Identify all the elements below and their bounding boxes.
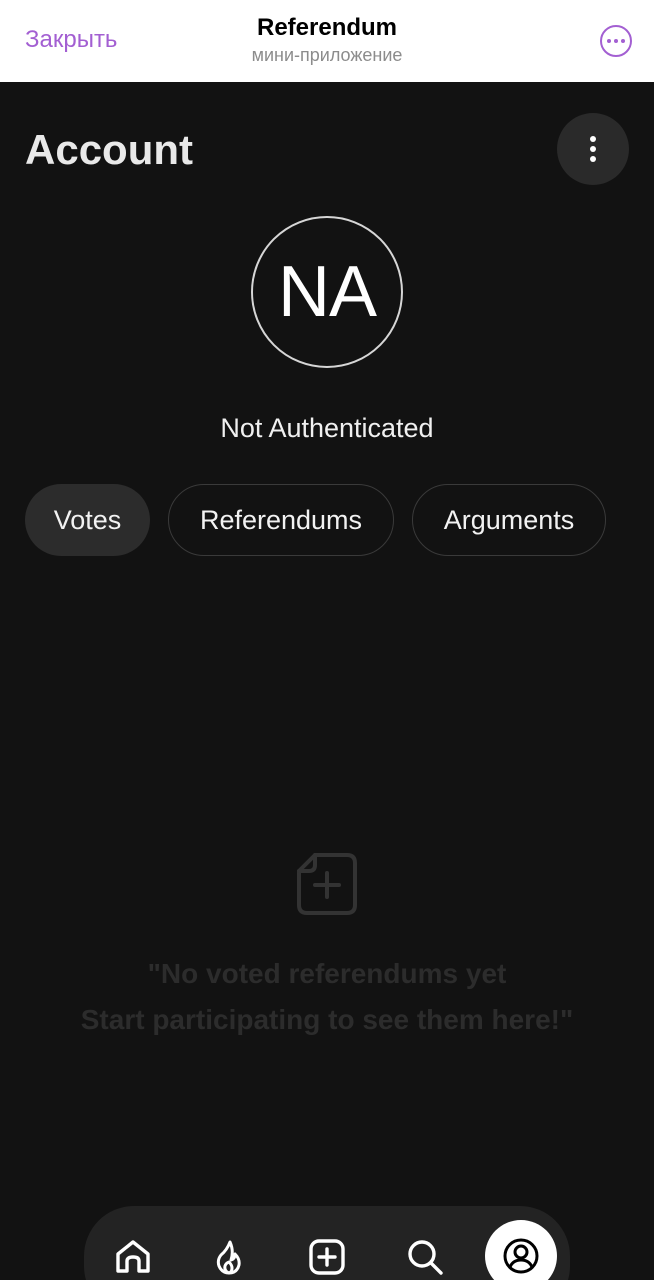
tab-referendums[interactable]: Referendums [168, 484, 394, 556]
flame-icon [216, 1240, 241, 1275]
nav-home[interactable] [100, 1224, 166, 1280]
nav-account[interactable] [485, 1220, 557, 1280]
account-icon [503, 1238, 539, 1274]
avatar: NA [251, 216, 403, 368]
search-icon [408, 1240, 443, 1275]
app-frame: Закрыть Referendum мини-приложение Accou… [0, 0, 654, 1280]
tab-votes[interactable]: Votes [25, 484, 150, 556]
auth-status: Not Authenticated [220, 413, 434, 443]
empty-state-message: "No voted referendums yet Start particip… [0, 951, 654, 1043]
nav-trending[interactable] [196, 1224, 262, 1280]
app-subtitle: мини-приложение [251, 45, 403, 65]
app-title: Referendum [256, 14, 398, 41]
mini-app-topbar: Закрыть Referendum мини-приложение [0, 0, 654, 82]
page-title: Account [25, 126, 193, 173]
bottom-navigation [84, 1206, 570, 1280]
empty-state-line-2: Start participating to see them here!" [80, 1004, 574, 1035]
tab-arguments[interactable]: Arguments [412, 484, 606, 556]
more-vertical-icon[interactable] [557, 113, 629, 185]
nav-create[interactable] [294, 1224, 360, 1280]
add-square-icon [309, 1239, 345, 1275]
home-icon [116, 1240, 150, 1273]
nav-search[interactable] [392, 1224, 458, 1280]
title-block: Referendum мини-приложение [0, 13, 654, 67]
add-note-icon [297, 853, 357, 915]
empty-state-line-1: "No voted referendums yet [147, 958, 507, 989]
more-horizontal-icon[interactable] [600, 25, 632, 57]
